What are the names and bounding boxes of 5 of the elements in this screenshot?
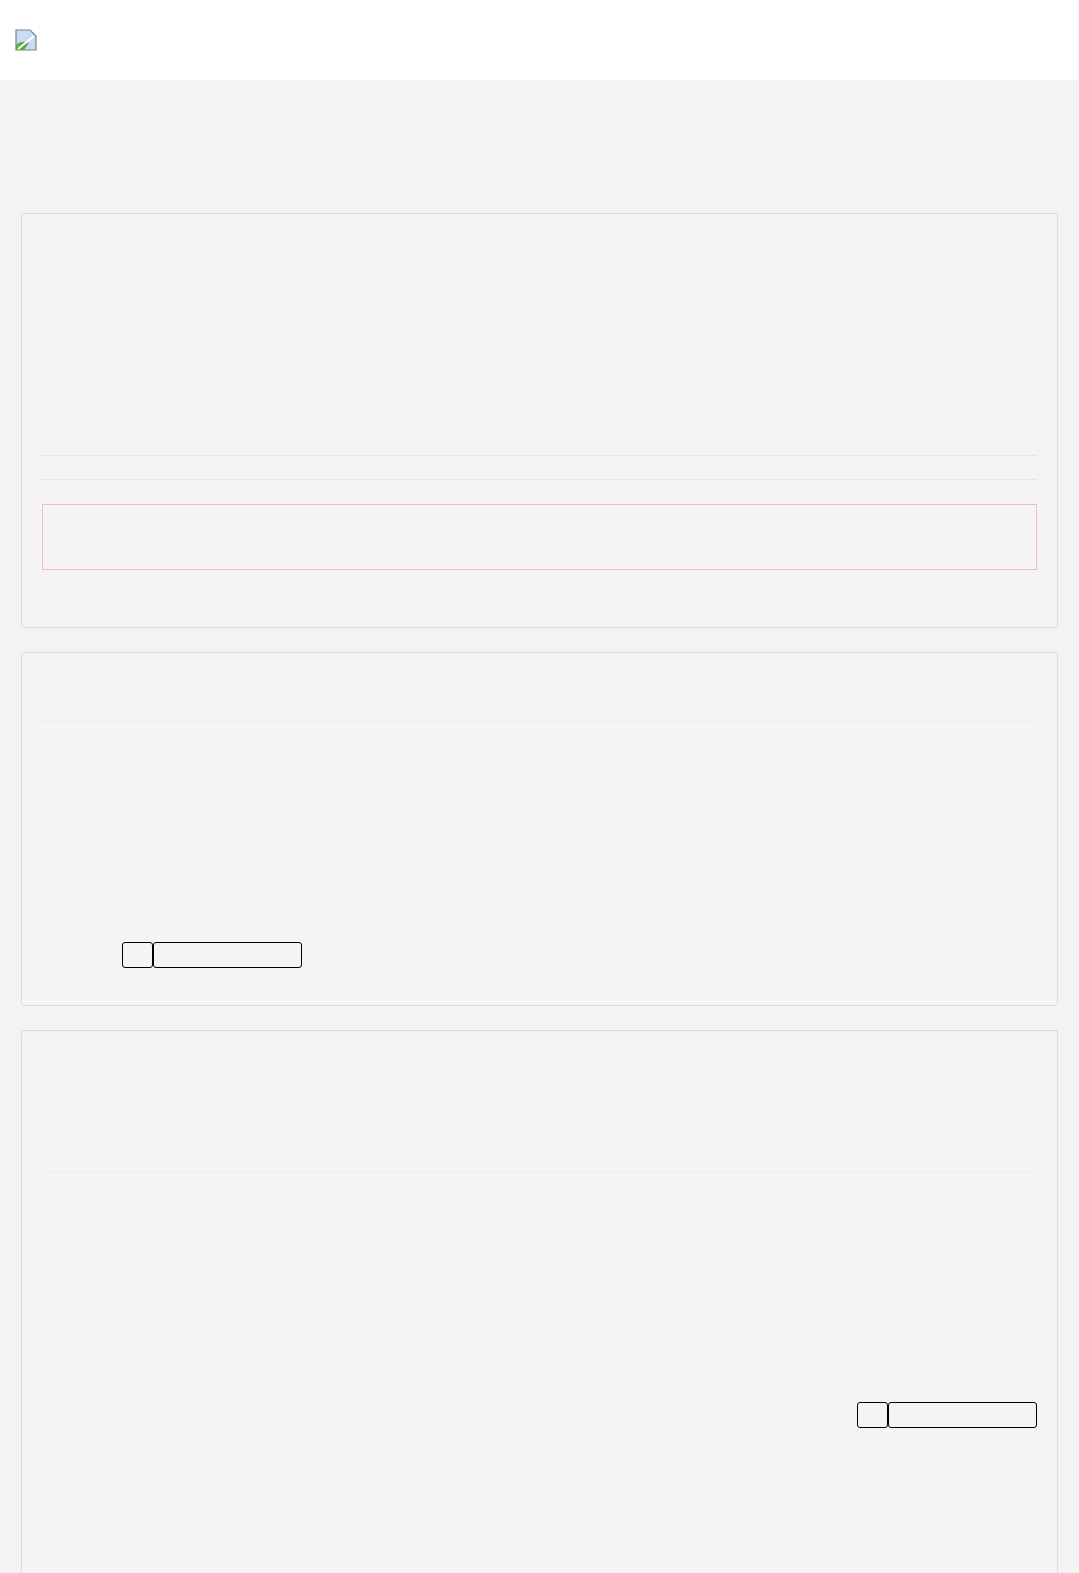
broken-image-icon [15,29,37,51]
small-button[interactable] [857,1402,888,1428]
wide-button[interactable] [888,1402,1037,1428]
wide-button[interactable] [153,942,302,968]
small-button[interactable] [122,942,153,968]
